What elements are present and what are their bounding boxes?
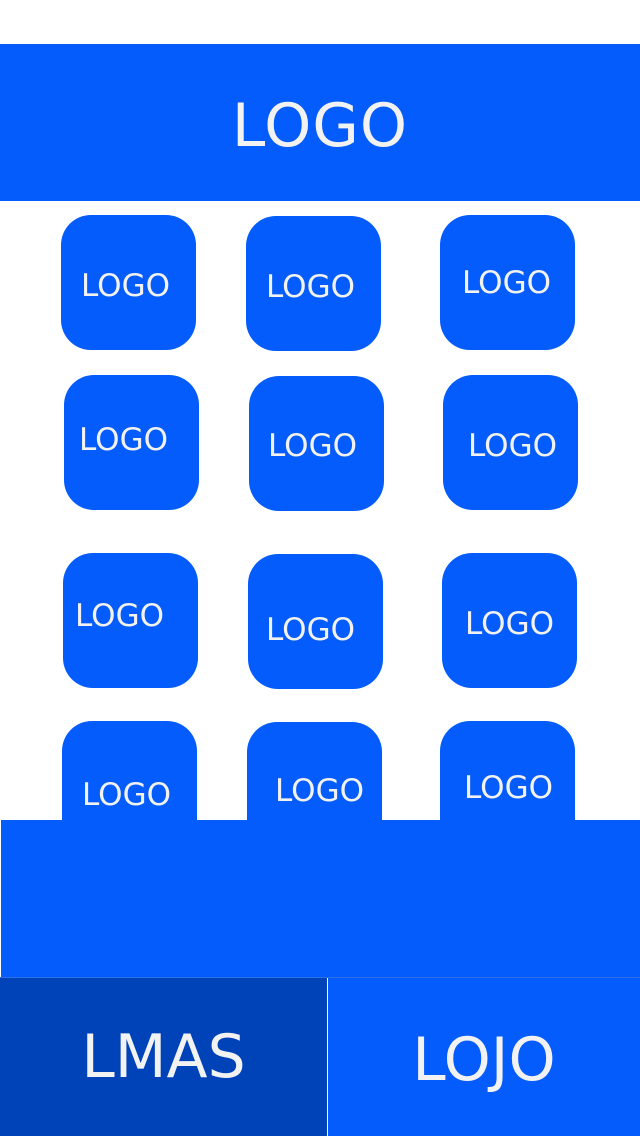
app-tile-label: LOGO bbox=[464, 770, 553, 806]
app-tile-label: LOGO bbox=[82, 777, 171, 813]
app-tile-label: LOGO bbox=[75, 598, 164, 634]
app-tile-7[interactable]: LOGO bbox=[63, 553, 198, 688]
app-tile-label: LOGO bbox=[465, 606, 554, 642]
lojo-button-label: LOJO bbox=[412, 1025, 556, 1095]
app-screen: LOGO LOGO LOGO LOGO LOGO LOGO LOGO LOGO … bbox=[0, 0, 640, 1136]
app-tile-5[interactable]: LOGO bbox=[249, 376, 384, 511]
app-tile-8[interactable]: LOGO bbox=[248, 554, 383, 689]
footer-panel bbox=[1, 820, 640, 977]
app-tile-label: LOGO bbox=[462, 265, 551, 301]
app-tile-label: LOGO bbox=[268, 428, 357, 464]
lmas-button-label: LMAS bbox=[81, 1022, 246, 1092]
app-tile-label: LOGO bbox=[266, 269, 355, 305]
app-tile-label: LOGO bbox=[275, 773, 364, 809]
lmas-button[interactable]: LMAS bbox=[0, 978, 327, 1136]
app-tile-6[interactable]: LOGO bbox=[443, 375, 578, 510]
lojo-button[interactable]: LOJO bbox=[328, 978, 640, 1136]
app-tile-1[interactable]: LOGO bbox=[61, 215, 196, 350]
app-tile-label: LOGO bbox=[468, 428, 557, 464]
header-bar: LOGO bbox=[0, 44, 640, 201]
app-tile-label: LOGO bbox=[81, 268, 170, 304]
app-tile-3[interactable]: LOGO bbox=[440, 215, 575, 350]
app-tile-label: LOGO bbox=[266, 612, 355, 648]
header-logo: LOGO bbox=[231, 90, 409, 161]
app-tile-9[interactable]: LOGO bbox=[442, 553, 577, 688]
app-tile-2[interactable]: LOGO bbox=[246, 216, 381, 351]
app-tile-label: LOGO bbox=[79, 422, 168, 458]
app-tile-4[interactable]: LOGO bbox=[64, 375, 199, 510]
